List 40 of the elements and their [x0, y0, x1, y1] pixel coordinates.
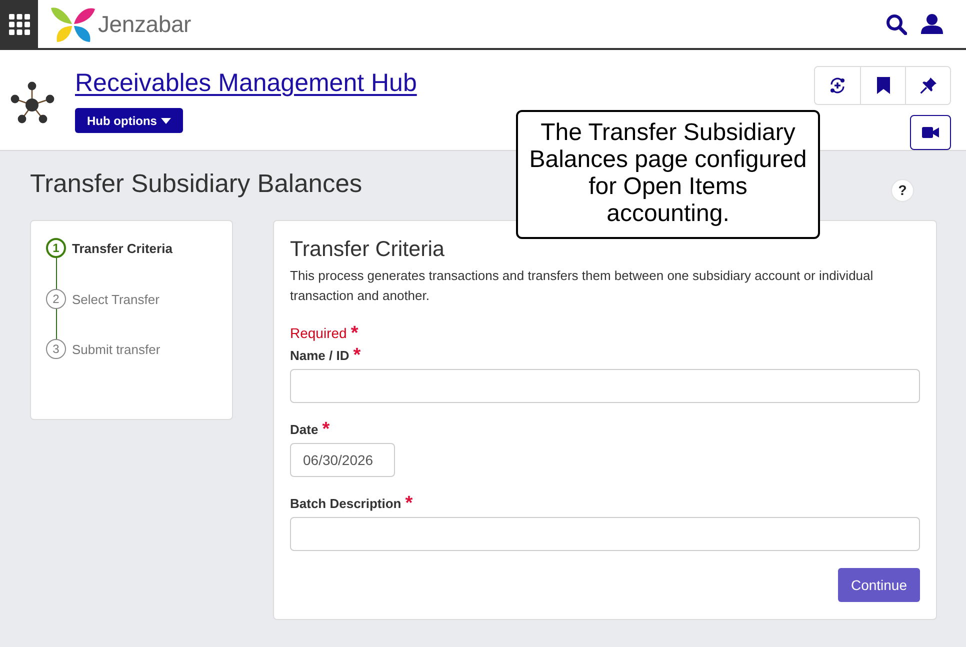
step-number: 1 [46, 238, 66, 258]
text-field[interactable] [290, 517, 920, 551]
required-legend: Required [290, 323, 347, 343]
continue-button[interactable]: Continue [838, 568, 920, 602]
search-icon[interactable] [886, 14, 907, 34]
date-field[interactable]: 06/30/2026 [290, 443, 395, 477]
grid-icon [8, 14, 30, 34]
step-label: Transfer Criteria [72, 240, 172, 256]
text-field[interactable] [290, 369, 920, 403]
step-connector [56, 258, 57, 289]
required-mark: * [353, 349, 361, 363]
brand-name: Jenzabar [98, 10, 192, 38]
field-label: Date [290, 421, 318, 439]
field-label: Batch Description [290, 495, 402, 513]
circular-arrows-plus-icon [829, 77, 846, 94]
hub-title-link[interactable]: Receivables Management Hub [75, 68, 417, 99]
form-description: This process generates transactions and transfers them between one subsidiary account or individual transaction and another. [290, 267, 874, 305]
user-icon[interactable] [921, 14, 943, 34]
apps-button[interactable] [0, 0, 38, 48]
network-icon [9, 81, 55, 125]
pin-icon [920, 77, 936, 94]
hub-options-button[interactable]: Hub options [75, 108, 183, 133]
annotation-callout: The Transfer Subsidiary Balances page configured for Open Items accounting. [516, 110, 820, 239]
step-number: 2 [46, 289, 66, 309]
step-connector [56, 309, 57, 339]
caret-icon [160, 118, 171, 124]
required-mark: * [405, 497, 413, 511]
butterfly-logo-icon [50, 5, 96, 43]
page-title: Transfer Subsidiary Balances [30, 170, 362, 200]
required-mark: * [350, 327, 358, 341]
help-button[interactable]: ? [891, 178, 914, 202]
step-label: Select Transfer [72, 292, 160, 306]
required-mark: * [322, 423, 330, 437]
bookmark-icon [874, 77, 892, 94]
step-label: Submit transfer [72, 342, 160, 356]
field-label: Name / ID [290, 347, 350, 365]
video-camera-icon [922, 127, 939, 138]
form-title: Transfer Criteria [290, 236, 445, 263]
step-number: 3 [46, 339, 66, 359]
video-button[interactable] [910, 115, 951, 150]
